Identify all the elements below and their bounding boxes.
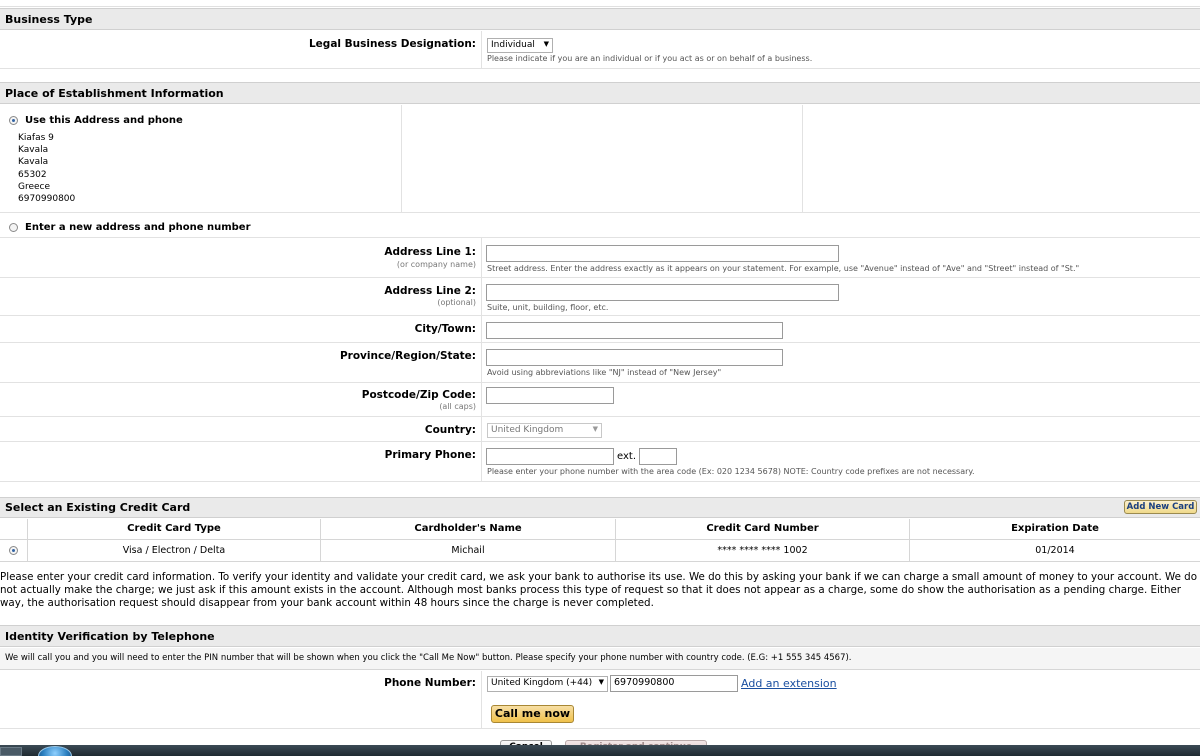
legal-designation-value: Individual xyxy=(491,40,535,50)
address1-label: Address Line 1: xyxy=(384,246,476,258)
add-extension-link[interactable]: Add an extension xyxy=(741,677,837,690)
city-input[interactable] xyxy=(486,322,783,339)
divider xyxy=(0,728,1200,729)
country-value: United Kingdom xyxy=(491,425,564,435)
column-header: Credit Card Number xyxy=(616,519,910,539)
province-hint: Avoid using abbreviations like "NJ" inst… xyxy=(487,368,722,377)
chevron-down-icon: ▼ xyxy=(592,425,598,433)
address-line: Greece xyxy=(18,181,51,192)
section-title: Select an Existing Credit Card xyxy=(5,501,191,514)
table-cell: Michail xyxy=(321,540,616,561)
identity-info: We will call you and you will need to en… xyxy=(0,648,1200,670)
country-code-select[interactable]: United Kingdom (+44) ▼ xyxy=(487,676,608,692)
section-title: Place of Establishment Information xyxy=(5,87,224,100)
column-divider xyxy=(802,105,803,213)
card-select-radio[interactable] xyxy=(9,546,18,555)
top-spacer xyxy=(0,0,1200,7)
legal-designation-hint: Please indicate if you are an individual… xyxy=(487,54,813,63)
postcode-sublabel: (all caps) xyxy=(439,402,476,411)
column-header: Credit Card Type xyxy=(28,519,321,539)
chevron-down-icon: ▼ xyxy=(598,678,604,686)
section-title: Identity Verification by Telephone xyxy=(5,630,215,643)
column-header: Cardholder's Name xyxy=(321,519,616,539)
province-label: Province/Region/State: xyxy=(339,350,476,362)
column-header: Expiration Date xyxy=(1011,523,1099,534)
address2-input[interactable] xyxy=(486,284,839,301)
legal-designation-select[interactable]: Individual ▼ xyxy=(487,38,553,53)
section-header-identity: Identity Verification by Telephone xyxy=(0,625,1200,647)
ext-label: ext. xyxy=(617,451,636,462)
use-address-label: Use this Address and phone xyxy=(25,115,183,126)
new-address-radio[interactable] xyxy=(9,223,18,232)
section-header-credit-card: Select an Existing Credit Card xyxy=(0,497,1200,518)
saved-address: Kiafas 9 Kavala Kavala 65302 Greece 6970… xyxy=(18,132,75,205)
credit-card-notice: Please enter your credit card informatio… xyxy=(0,571,1198,609)
address-line: 65302 xyxy=(18,169,47,180)
postcode-label: Postcode/Zip Code: xyxy=(361,389,476,401)
table-cell: Visa / Electron / Delta xyxy=(28,540,321,561)
legal-designation-row xyxy=(0,31,1200,69)
address-line: Kiafas 9 xyxy=(18,133,54,143)
chevron-down-icon: ▼ xyxy=(543,40,549,48)
address-line: Kavala xyxy=(18,157,49,168)
add-new-card-button[interactable]: Add New Card xyxy=(1124,500,1197,514)
address2-hint: Suite, unit, building, floor, etc. xyxy=(487,303,609,312)
phone-number-label: Phone Number: xyxy=(384,677,476,689)
column-divider xyxy=(481,31,482,69)
use-address-radio[interactable] xyxy=(9,116,18,125)
phone-number-input[interactable]: 6970990800 xyxy=(610,675,738,692)
new-address-label: Enter a new address and phone number xyxy=(25,222,251,233)
primary-phone-input[interactable] xyxy=(486,448,614,465)
province-input[interactable] xyxy=(486,349,783,366)
country-select[interactable]: United Kingdom ▼ xyxy=(487,423,602,438)
country-code-value: United Kingdom (+44) xyxy=(491,678,593,688)
windows-taskbar xyxy=(0,745,1200,756)
country-label: Country: xyxy=(424,424,476,436)
section-header-establishment: Place of Establishment Information xyxy=(0,82,1200,104)
address1-sublabel: (or company name) xyxy=(396,260,476,269)
column-divider xyxy=(481,671,482,728)
primary-phone-hint: Please enter your phone number with the … xyxy=(487,467,975,476)
primary-phone-label: Primary Phone: xyxy=(384,449,476,461)
address2-sublabel: (optional) xyxy=(437,298,476,307)
postcode-input[interactable] xyxy=(486,387,614,404)
city-label: City/Town: xyxy=(414,323,476,335)
address1-input[interactable] xyxy=(486,245,839,262)
call-me-now-button[interactable]: Call me now xyxy=(491,705,574,723)
phone-ext-input[interactable] xyxy=(639,448,677,465)
address-line: Kavala xyxy=(18,145,49,156)
address1-hint: Street address. Enter the address exactl… xyxy=(487,264,1080,273)
address-line: 6970990800 xyxy=(18,194,76,205)
column-divider xyxy=(401,105,402,213)
section-header-business-type: Business Type xyxy=(0,8,1200,30)
legal-designation-label: Legal Business Designation: xyxy=(308,38,476,50)
taskbar-item[interactable] xyxy=(0,747,22,756)
section-title: Business Type xyxy=(5,13,93,26)
table-cell: 01/2014 xyxy=(1035,545,1075,556)
address2-label: Address Line 2: xyxy=(384,285,476,297)
table-cell: **** **** **** 1002 xyxy=(616,540,910,561)
